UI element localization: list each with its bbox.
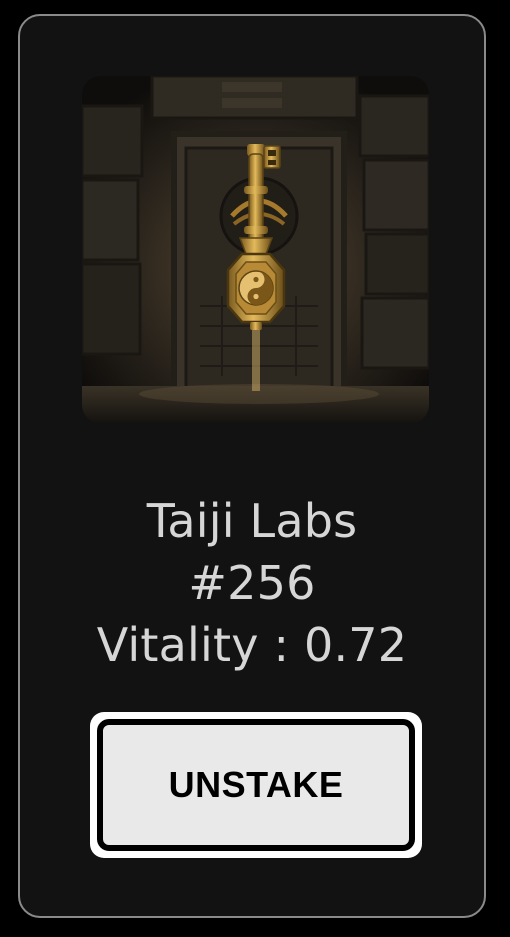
unstake-button[interactable]: UNSTAKE	[90, 712, 422, 858]
golden-key-nft-image	[82, 76, 429, 423]
nft-vitality: Vitality : 0.72	[96, 618, 408, 672]
nft-image	[82, 76, 429, 423]
nft-collection-name: Taiji Labs	[146, 494, 358, 548]
nft-card: Taiji Labs #256 Vitality : 0.72 UNSTAKE	[18, 14, 486, 918]
nft-token-id: #256	[188, 556, 316, 610]
unstake-button-face[interactable]: UNSTAKE	[97, 719, 415, 851]
unstake-button-label: UNSTAKE	[168, 764, 344, 805]
nft-info: Taiji Labs #256 Vitality : 0.72	[20, 490, 484, 676]
